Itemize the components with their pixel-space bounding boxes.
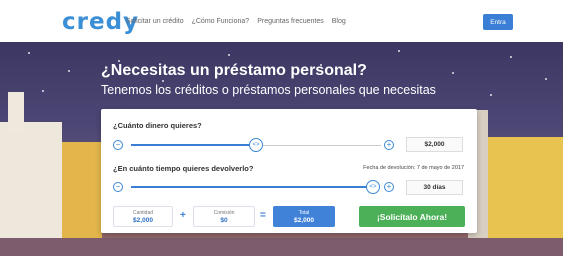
hero-title: ¿Necesitas un préstamo personal? xyxy=(101,62,367,79)
amount-minus-button[interactable]: − xyxy=(113,140,123,150)
nav-solicitar[interactable]: Solicitar un crédito xyxy=(126,18,184,25)
term-question: ¿En cuánto tiempo quieres devolverlo? xyxy=(113,164,254,173)
term-slider-thumb[interactable]: <> xyxy=(366,180,380,194)
site-header: credy Solicitar un crédito ¿Cómo Funcion… xyxy=(0,0,563,42)
plus-operator: + xyxy=(180,210,186,221)
quantity-label: Cantidad xyxy=(132,210,153,216)
total-label: Total xyxy=(298,210,310,216)
term-slider-fill[interactable] xyxy=(131,186,371,188)
quantity-value: $2,000 xyxy=(133,217,153,224)
amount-value: $2,000 xyxy=(406,137,463,152)
login-button[interactable]: Entra xyxy=(483,14,513,30)
nav-preguntas[interactable]: Preguntas frecuentes xyxy=(257,18,324,25)
quantity-box: Cantidad $2,000 xyxy=(113,206,173,227)
main-nav: Solicitar un crédito ¿Cómo Funciona? Pre… xyxy=(126,18,346,25)
term-plus-button[interactable]: + xyxy=(384,182,394,192)
equals-operator: = xyxy=(260,210,266,221)
term-value: 30 días xyxy=(406,180,463,195)
total-box: Total $2,000 xyxy=(273,206,335,227)
nav-blog[interactable]: Blog xyxy=(332,18,346,25)
page: credy Solicitar un crédito ¿Cómo Funcion… xyxy=(0,0,563,256)
apply-now-button[interactable]: ¡Solicítalo Ahora! xyxy=(359,206,465,227)
nav-como-funciona[interactable]: ¿Cómo Funciona? xyxy=(192,18,250,25)
total-value: $2,000 xyxy=(294,217,314,224)
ground xyxy=(0,238,563,256)
amount-slider-fill xyxy=(131,144,257,146)
hero-subtitle: Tenemos los créditos o préstamos persona… xyxy=(101,83,436,97)
church-building xyxy=(0,122,62,256)
due-date: Fecha de devolución: 7 de mayo de 2017 xyxy=(363,165,464,171)
commission-box: Comisión $0 xyxy=(193,206,255,227)
amount-plus-button[interactable]: + xyxy=(384,140,394,150)
loan-calculator: ¿Cuánto dinero quieres? − <> + $2,000 ¿E… xyxy=(101,109,477,233)
commission-label: Comisión xyxy=(213,210,235,216)
amount-question: ¿Cuánto dinero quieres? xyxy=(113,121,202,130)
commission-value: $0 xyxy=(220,217,228,224)
term-minus-button[interactable]: − xyxy=(113,182,123,192)
church-tower xyxy=(8,92,24,132)
amount-slider-thumb[interactable]: <> xyxy=(249,138,263,152)
